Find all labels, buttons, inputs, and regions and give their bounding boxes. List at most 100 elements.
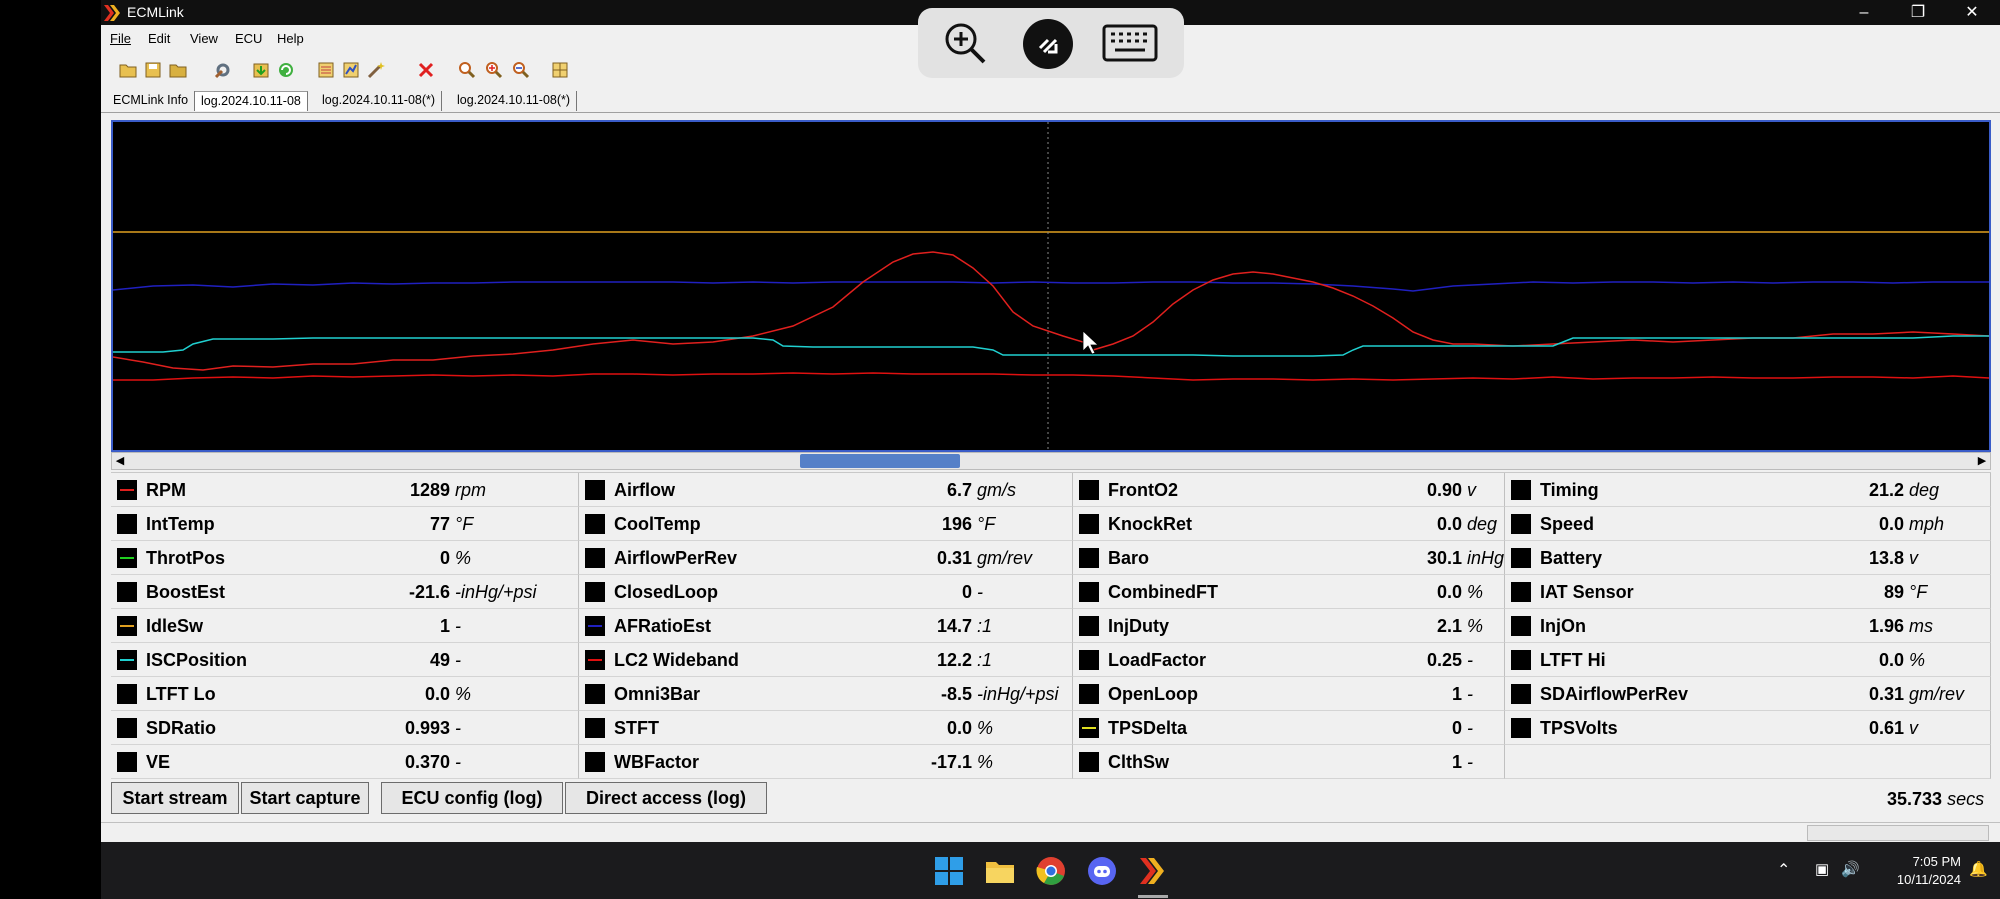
param-cell[interactable]: ThrotPos 0% [111, 541, 579, 575]
volume-icon[interactable]: 🔊 [1841, 860, 1860, 878]
load-icon[interactable] [251, 60, 271, 80]
trace-color-swatch[interactable] [117, 752, 137, 772]
trace-color-swatch[interactable] [1511, 718, 1531, 738]
param-cell[interactable]: IntTemp 77 °F [111, 507, 579, 541]
trace-color-swatch[interactable] [117, 684, 137, 704]
trace-color-swatch[interactable] [117, 548, 137, 568]
zoom-out-icon[interactable] [511, 60, 531, 80]
menu-view[interactable]: View [190, 31, 218, 46]
scroll-right-icon[interactable]: ▶ [1974, 453, 1990, 469]
trace-color-swatch[interactable] [1079, 616, 1099, 636]
param-cell[interactable]: BoostEst -21.6 -inHg/+psi [111, 575, 579, 609]
file-explorer-icon[interactable] [985, 856, 1015, 886]
restore-button[interactable]: ❐ [1895, 0, 1941, 25]
param-cell[interactable]: IAT Sensor 89 °F [1505, 575, 1991, 609]
log-graph-svg[interactable] [113, 122, 1989, 450]
param-cell[interactable]: Speed 0.0 mph [1505, 507, 1991, 541]
keyboard-icon[interactable] [1102, 24, 1158, 62]
param-cell[interactable]: WBFactor -17.1% [579, 745, 1073, 779]
config-icon[interactable] [316, 60, 336, 80]
param-cell[interactable]: Omni3Bar -8.5 -inHg/+psi [579, 677, 1073, 711]
trace-color-swatch[interactable] [117, 514, 137, 534]
param-cell[interactable]: InjDuty 2.1% [1073, 609, 1505, 643]
param-cell[interactable]: AirflowPerRev 0.31 gm/rev [579, 541, 1073, 575]
zoom-in-icon[interactable] [942, 20, 988, 66]
param-cell[interactable]: LTFT Lo 0.0% [111, 677, 579, 711]
param-cell[interactable]: TPSDelta 0- [1073, 711, 1505, 745]
open-folder-icon[interactable] [118, 60, 138, 80]
trace-color-swatch[interactable] [1079, 752, 1099, 772]
close-x-icon[interactable] [416, 60, 436, 80]
trace-color-swatch[interactable] [1079, 650, 1099, 670]
trace-color-swatch[interactable] [585, 616, 605, 636]
map-icon[interactable] [341, 60, 361, 80]
scroll-left-icon[interactable]: ◀ [112, 453, 128, 469]
param-cell[interactable]: RPM 1289 rpm [111, 473, 579, 507]
param-cell[interactable]: InjOn 1.96 ms [1505, 609, 1991, 643]
wand-icon[interactable] [366, 60, 386, 80]
discord-icon[interactable] [1087, 856, 1117, 886]
param-cell[interactable]: LTFT Hi 0.0% [1505, 643, 1991, 677]
param-cell[interactable]: SDAirflowPerRev 0.31 gm/rev [1505, 677, 1991, 711]
ecu-config-button[interactable]: ECU config (log) [381, 782, 563, 814]
param-cell[interactable]: FrontO2 0.90 v [1073, 473, 1505, 507]
trace-color-swatch[interactable] [1511, 480, 1531, 500]
status-scrollbar[interactable] [1807, 825, 1989, 841]
param-cell[interactable]: CoolTemp 196 °F [579, 507, 1073, 541]
param-cell[interactable]: IdleSw 1- [111, 609, 579, 643]
trace-color-swatch[interactable] [117, 582, 137, 602]
trace-color-swatch[interactable] [1079, 548, 1099, 568]
trace-color-swatch[interactable] [117, 616, 137, 636]
trace-color-swatch[interactable] [117, 718, 137, 738]
chrome-icon[interactable] [1036, 856, 1066, 886]
clock-time[interactable]: 7:05 PM [1887, 854, 1961, 869]
start-stream-button[interactable]: Start stream [111, 782, 239, 814]
menu-file[interactable]: File [110, 31, 131, 46]
tray-chevron-icon[interactable]: ⌃ [1777, 860, 1790, 880]
param-cell[interactable]: ISCPosition 49- [111, 643, 579, 677]
trace-color-swatch[interactable] [1079, 684, 1099, 704]
windows-start-icon[interactable] [934, 856, 964, 886]
param-cell[interactable]: LC2 Wideband 12.2:1 [579, 643, 1073, 677]
graph-scrollbar[interactable]: ◀ ▶ [111, 452, 1991, 470]
trace-color-swatch[interactable] [1079, 582, 1099, 602]
remote-desktop-icon[interactable] [1022, 18, 1074, 70]
tab-ecmlink-info[interactable]: ECMLink Info [107, 91, 196, 111]
tools-icon[interactable] [213, 60, 233, 80]
trace-color-swatch[interactable] [585, 514, 605, 534]
save-icon[interactable] [143, 60, 163, 80]
param-cell[interactable]: Airflow 6.7 gm/s [579, 473, 1073, 507]
tab-log-active[interactable]: log.2024.10.11-08 [195, 91, 308, 111]
ecmlink-icon[interactable] [1138, 856, 1168, 886]
notification-bell-icon[interactable]: 🔔 [1969, 860, 1988, 878]
direct-access-button[interactable]: Direct access (log) [565, 782, 767, 814]
trace-color-swatch[interactable] [1511, 514, 1531, 534]
trace-color-swatch[interactable] [585, 752, 605, 772]
param-cell[interactable]: Timing 21.2 deg [1505, 473, 1991, 507]
zoom-in-icon[interactable] [484, 60, 504, 80]
trace-color-swatch[interactable] [1511, 684, 1531, 704]
trace-color-swatch[interactable] [1511, 650, 1531, 670]
param-cell[interactable]: Baro 30.1 inHg [1073, 541, 1505, 575]
param-cell[interactable]: AFRatioEst 14.7:1 [579, 609, 1073, 643]
scroll-thumb[interactable] [800, 454, 960, 468]
param-cell[interactable]: TPSVolts 0.61 v [1505, 711, 1991, 745]
close-button[interactable]: ✕ [1949, 0, 1995, 25]
trace-color-swatch[interactable] [585, 480, 605, 500]
refresh-icon[interactable] [276, 60, 296, 80]
param-cell[interactable]: KnockRet 0.0 deg [1073, 507, 1505, 541]
trace-color-swatch[interactable] [117, 650, 137, 670]
start-capture-button[interactable]: Start capture [241, 782, 369, 814]
param-cell[interactable]: OpenLoop 1- [1073, 677, 1505, 711]
param-cell[interactable]: CombinedFT 0.0% [1073, 575, 1505, 609]
param-cell[interactable]: STFT 0.0% [579, 711, 1073, 745]
trace-color-swatch[interactable] [585, 684, 605, 704]
trace-color-swatch[interactable] [585, 548, 605, 568]
log-graph[interactable] [111, 120, 1991, 452]
param-cell[interactable]: Battery 13.8 v [1505, 541, 1991, 575]
param-cell[interactable]: LoadFactor 0.25- [1073, 643, 1505, 677]
param-cell[interactable]: SDRatio 0.993- [111, 711, 579, 745]
clock-date[interactable]: 10/11/2024 [1877, 872, 1961, 887]
trace-color-swatch[interactable] [1511, 616, 1531, 636]
trace-color-swatch[interactable] [1511, 548, 1531, 568]
